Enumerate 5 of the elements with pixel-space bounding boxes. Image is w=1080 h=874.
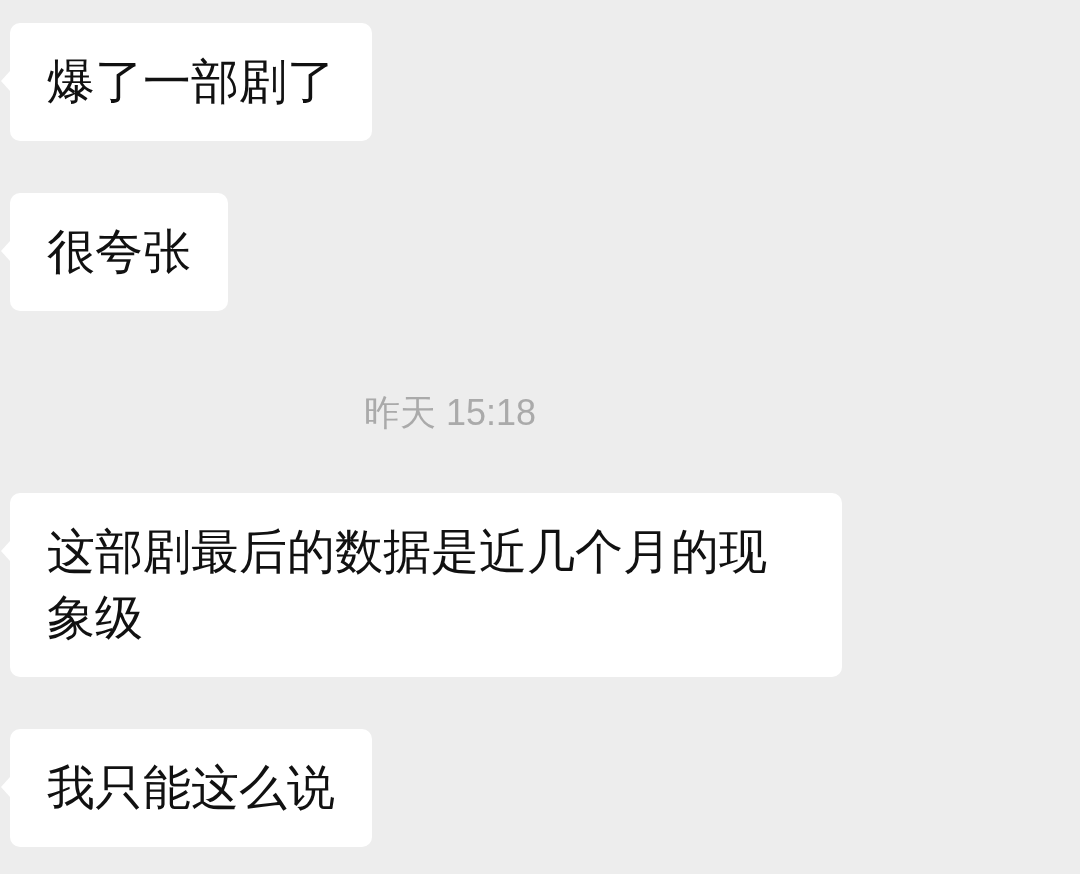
message-bubble: 这部剧最后的数据是近几个月的现象级 xyxy=(10,493,842,677)
message-bubble: 很夸张 xyxy=(10,193,228,311)
message-bubble: 我只能这么说 xyxy=(10,729,372,847)
timestamp: 昨天 15:18 xyxy=(363,391,537,435)
message-bubble: 爆了一部剧了 xyxy=(10,23,372,141)
